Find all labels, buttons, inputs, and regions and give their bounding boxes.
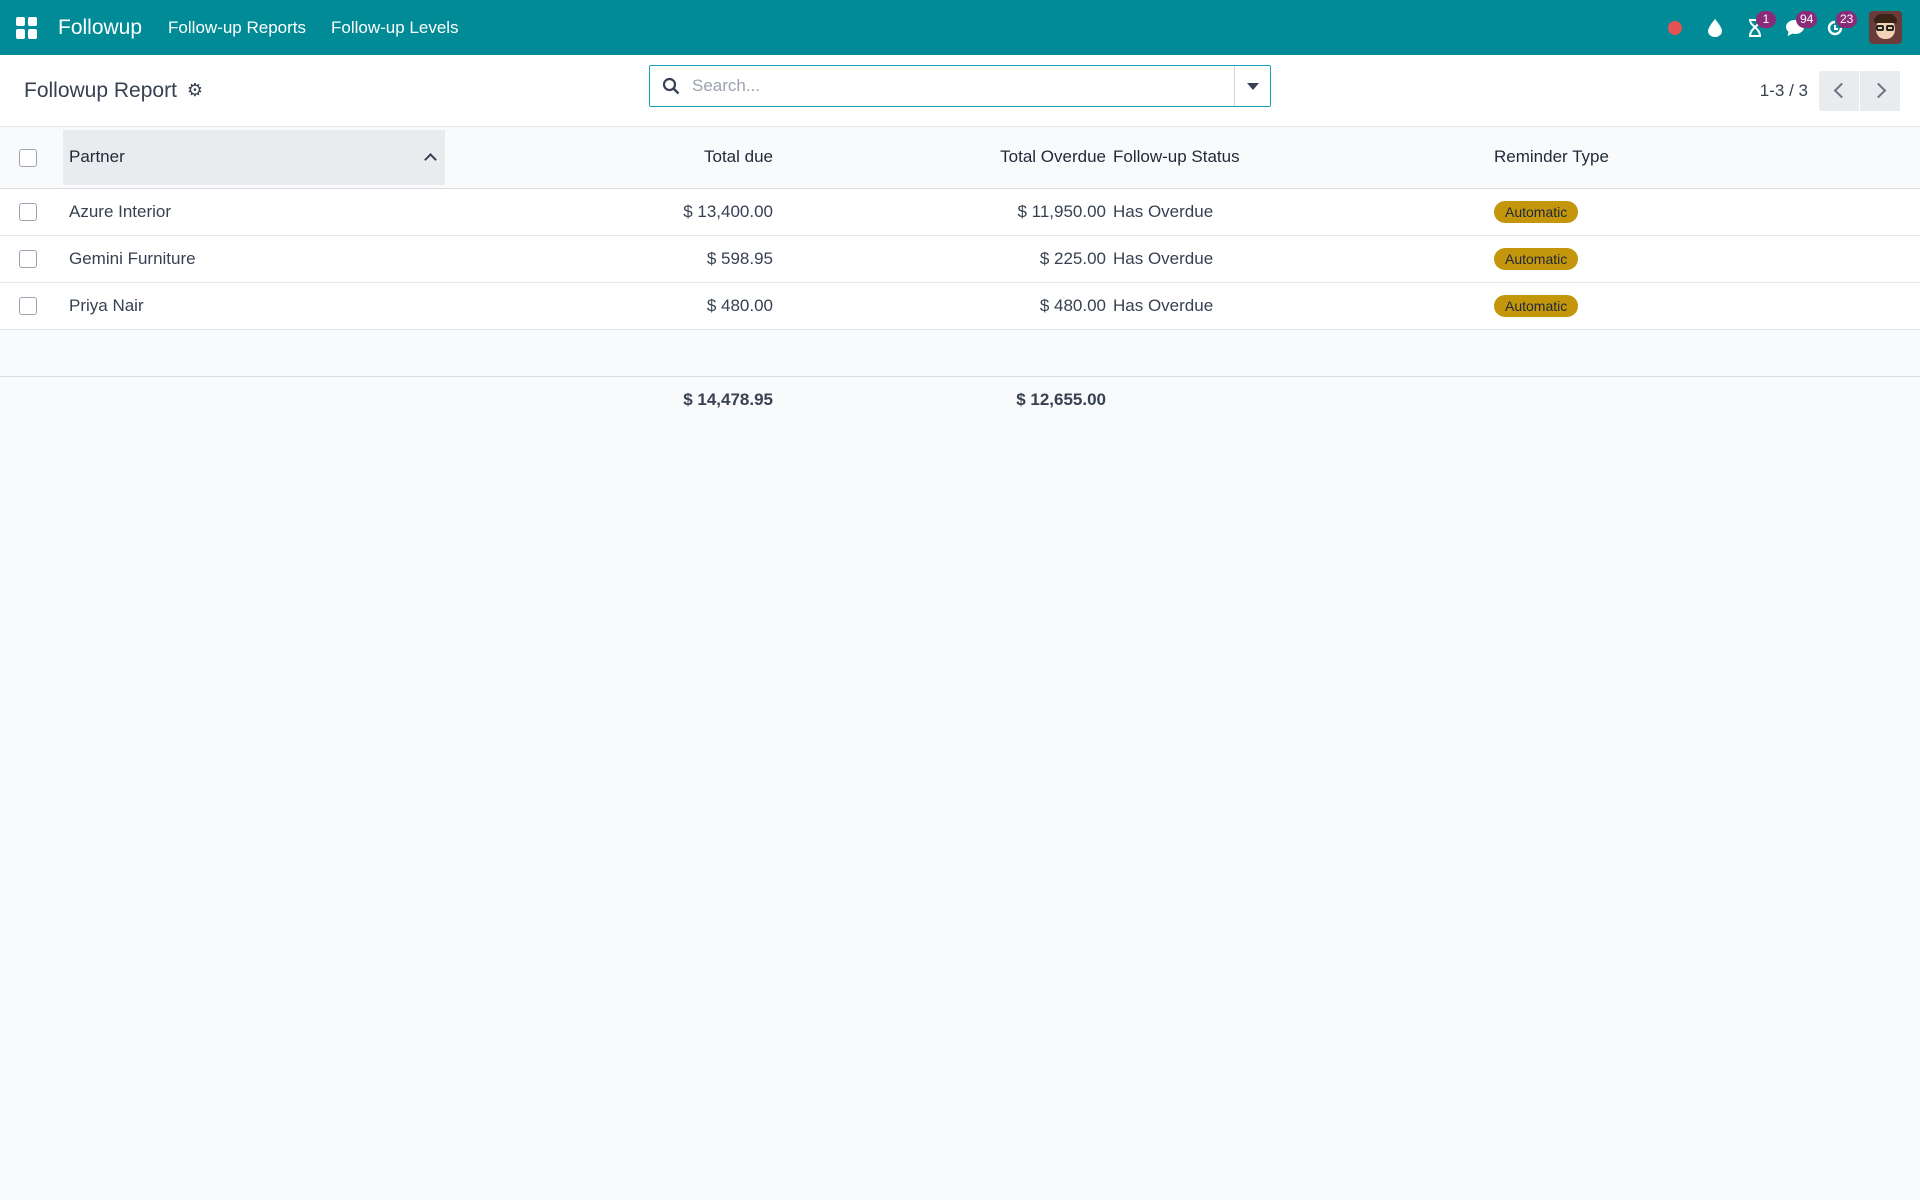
table-row[interactable]: Priya Nair $ 480.00 $ 480.00 Has Overdue… [0,282,1920,329]
pager-value[interactable]: 1-3 / 3 [1760,81,1808,101]
reminder-type-badge: Automatic [1494,247,1579,270]
row-select-cell [0,282,63,329]
cell-reminder-type[interactable]: Automatic [1494,235,1920,282]
app-name[interactable]: Followup [58,16,142,40]
footer-spacer [1106,376,1494,423]
search-bar [649,65,1271,107]
header-reminder-type[interactable]: Reminder Type [1494,127,1920,189]
user-avatar[interactable] [1869,11,1902,44]
select-all-checkbox[interactable] [19,148,37,167]
cell-total-due[interactable]: $ 480.00 [497,282,773,329]
messages-icon[interactable]: 94 [1775,8,1818,48]
cell-total-due[interactable]: $ 13,400.00 [497,188,773,235]
followup-list-table: Partner Total due Total Overdue Follow-u… [0,127,1920,423]
pager-next-button[interactable] [1860,70,1900,111]
pager: 1-3 / 3 [1760,70,1900,111]
cell-followup-status[interactable]: Has Overdue [1106,282,1494,329]
top-navbar: Followup Follow-up Reports Follow-up Lev… [0,0,1920,55]
search-icon [650,77,692,95]
activity-count-badge: 1 [1756,10,1776,28]
gear-icon[interactable]: ⚙ [187,80,203,101]
updates-icon[interactable]: 23 [1815,8,1858,48]
menu-follow-up-levels[interactable]: Follow-up Levels [331,18,459,38]
reminder-type-badge: Automatic [1494,294,1579,317]
control-panel: Followup Report ⚙ 1-3 / 3 [0,55,1920,127]
activity-clock-icon[interactable]: 1 [1735,8,1776,48]
row-checkbox[interactable] [19,250,37,269]
total-due-sum: $ 14,478.95 [683,389,773,409]
row-select-cell [0,188,63,235]
app-menu-icon[interactable] [16,16,38,39]
cell-followup-status[interactable]: Has Overdue [1106,188,1494,235]
cell-partner[interactable]: Gemini Furniture [63,235,497,282]
cell-total-overdue[interactable]: $ 225.00 [773,235,1106,282]
sort-ascending-icon [424,152,437,166]
droplet-icon[interactable] [1695,8,1735,48]
footer-spacer [63,376,497,423]
table-footer-row: $ 14,478.95 $ 12,655.00 [0,376,1920,423]
cell-followup-status[interactable]: Has Overdue [1106,235,1494,282]
row-select-cell [0,235,63,282]
cell-total-due[interactable]: $ 598.95 [497,235,773,282]
header-select-all-cell [0,127,63,189]
chevron-right-icon [1870,82,1886,99]
footer-spacer [0,376,63,423]
table-header-row: Partner Total due Total Overdue Follow-u… [0,127,1920,189]
pager-previous-button[interactable] [1819,70,1859,111]
empty-cell [0,329,1920,376]
search-options-toggle[interactable] [1234,66,1270,106]
table-row[interactable]: Azure Interior $ 13,400.00 $ 11,950.00 H… [0,188,1920,235]
systray: 1 94 23 [1655,8,1902,48]
row-checkbox[interactable] [19,203,37,222]
updates-count-badge: 23 [1836,10,1858,28]
header-total-overdue[interactable]: Total Overdue [773,127,1106,189]
breadcrumb: Followup Report ⚙ [24,79,203,103]
reminder-type-badge: Automatic [1494,200,1579,223]
cell-reminder-type[interactable]: Automatic [1494,282,1920,329]
header-total-due[interactable]: Total due [497,127,773,189]
cell-total-overdue[interactable]: $ 480.00 [773,282,1106,329]
caret-down-icon [1246,82,1259,90]
partner-sort-header[interactable]: Partner [63,129,445,185]
recording-icon[interactable] [1655,8,1695,48]
table-row[interactable]: Gemini Furniture $ 598.95 $ 225.00 Has O… [0,235,1920,282]
cell-partner[interactable]: Azure Interior [63,188,497,235]
cell-partner[interactable]: Priya Nair [63,282,497,329]
footer-spacer [1494,376,1920,423]
empty-row [0,329,1920,376]
chevron-left-icon [1833,82,1849,99]
cell-reminder-type[interactable]: Automatic [1494,188,1920,235]
header-followup-status[interactable]: Follow-up Status [1106,127,1494,189]
header-partner-label: Partner [69,147,125,167]
menu-follow-up-reports[interactable]: Follow-up Reports [168,18,306,38]
search-input[interactable] [692,66,1234,106]
page-title: Followup Report [24,78,177,102]
header-partner[interactable]: Partner [63,127,497,189]
total-overdue-sum: $ 12,655.00 [1016,389,1106,409]
cell-total-overdue[interactable]: $ 11,950.00 [773,188,1106,235]
row-checkbox[interactable] [19,297,37,316]
